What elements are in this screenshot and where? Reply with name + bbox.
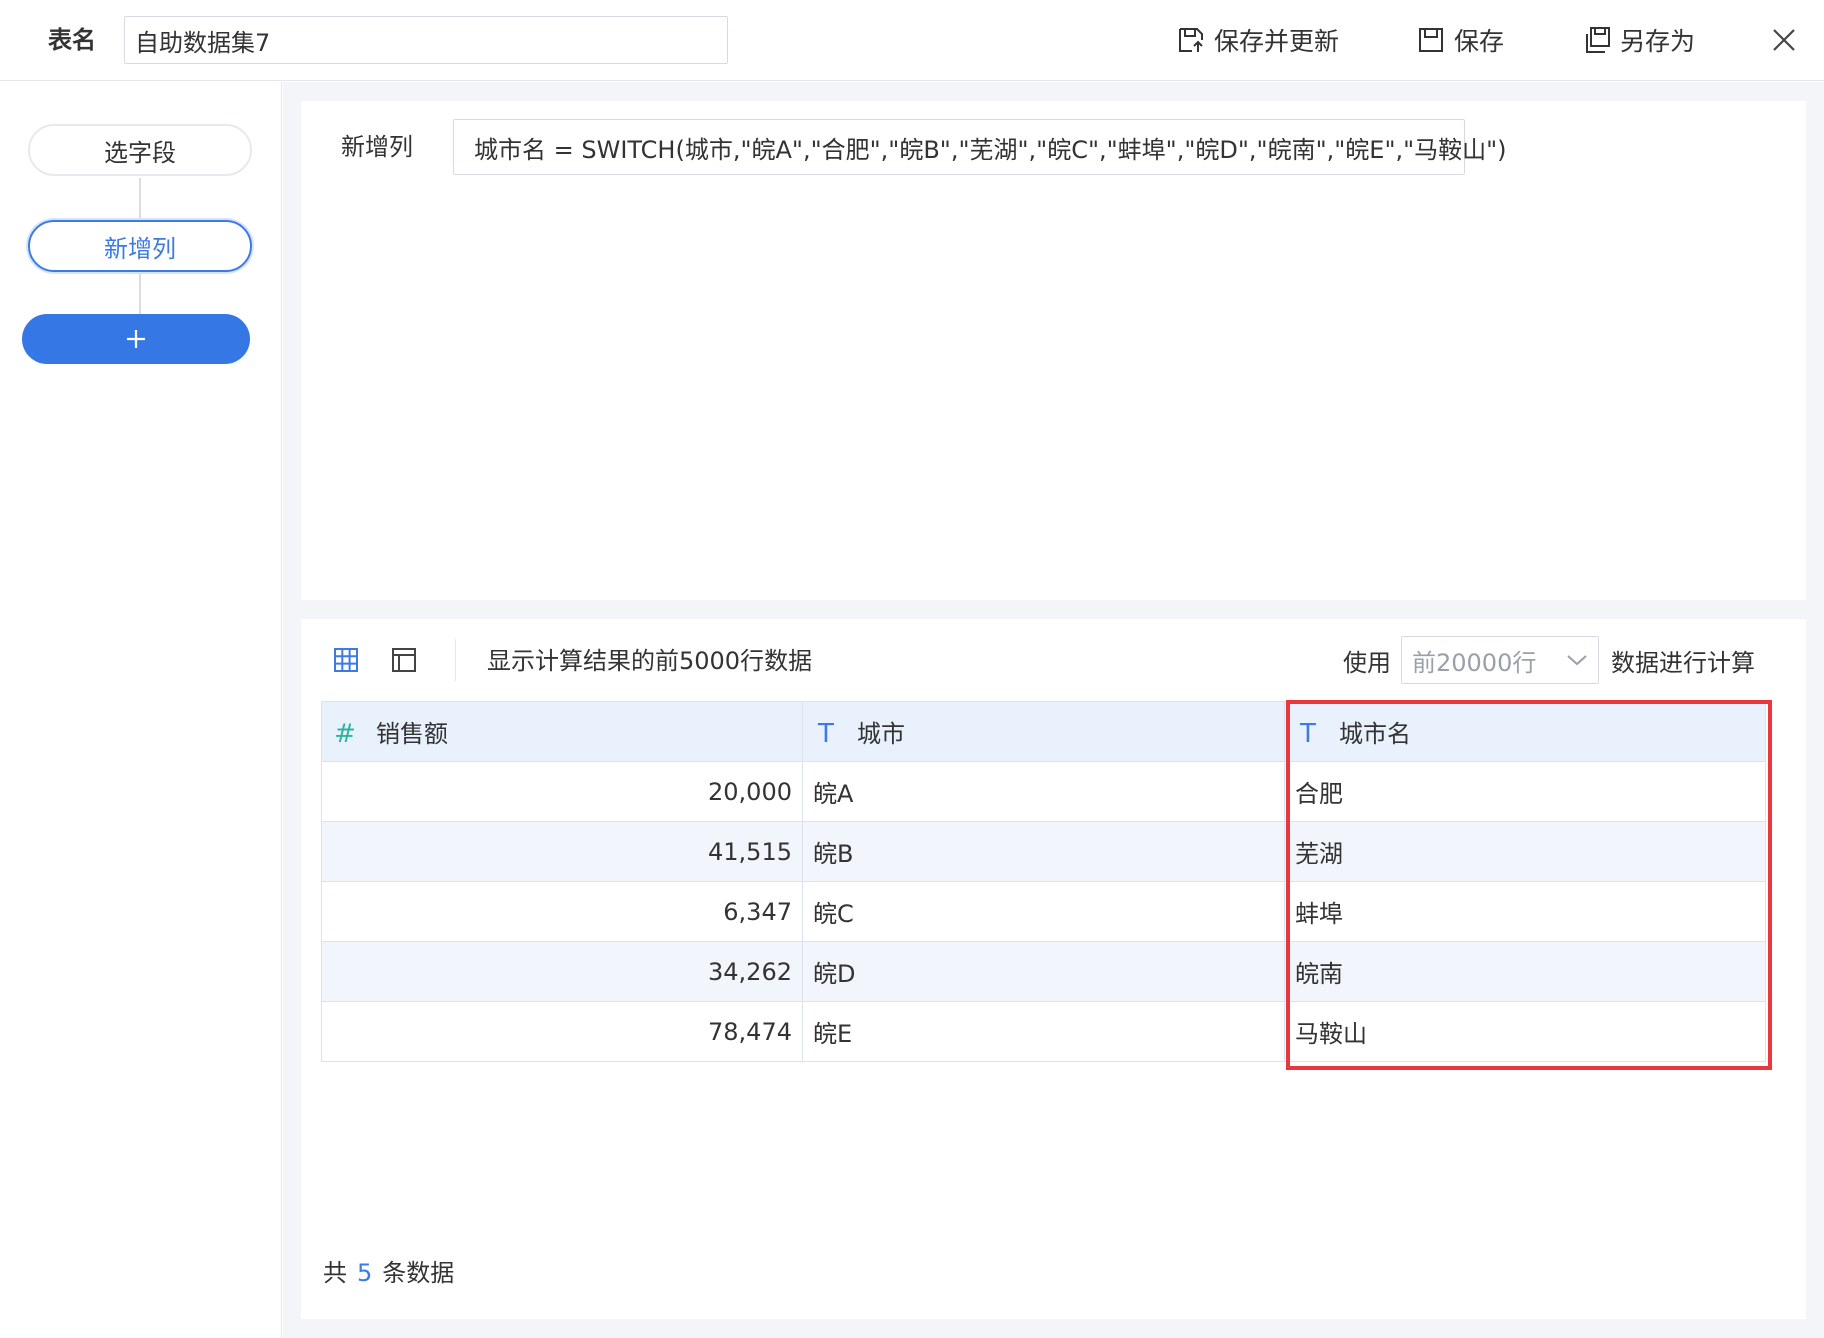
table-row: 34,262 皖D 皖南	[321, 941, 1766, 1002]
save-icon	[1419, 28, 1443, 52]
close-icon[interactable]	[1770, 26, 1798, 54]
rows-select[interactable]: 前20000行	[1401, 636, 1599, 684]
save-and-update-label: 保存并更新	[1214, 27, 1340, 56]
preview-note: 显示计算结果的前5000行数据	[487, 647, 813, 675]
step-connector	[139, 178, 141, 218]
table-cell: 78,474	[321, 1001, 803, 1062]
save-as-icon	[1586, 27, 1610, 53]
table-row: 78,474 皖E 马鞍山	[321, 1001, 1766, 1062]
column-name: 城市	[857, 720, 905, 748]
top-header: 表名 保存并更新 保存 另存为	[0, 0, 1824, 81]
table-cell: 皖A	[802, 761, 1285, 822]
formula-text: 城市名 = SWITCH(城市,"皖A","合肥","皖B","芜湖","皖C"…	[474, 135, 1507, 164]
number-type-icon: #	[334, 719, 356, 749]
table-header-row: # 销售额 T 城市 T 城市名	[321, 701, 1766, 762]
total-count: 5	[357, 1259, 373, 1287]
toolbar-divider	[455, 639, 456, 681]
table-cell: 蚌埠	[1284, 881, 1766, 942]
table-name-label: 表名	[48, 26, 96, 54]
save-as-label: 另存为	[1620, 27, 1696, 56]
step-add-column[interactable]: 新增列	[28, 220, 252, 272]
column-name: 城市名	[1339, 720, 1411, 748]
row-count-summary: 共 5 条数据	[323, 1255, 454, 1291]
table-cell: 芜湖	[1284, 821, 1766, 882]
table-cell: 34,262	[321, 941, 803, 1002]
table-cell: 皖B	[802, 821, 1285, 882]
column-name: 销售额	[376, 720, 448, 748]
table-row: 41,515 皖B 芜湖	[321, 821, 1766, 882]
table-view-icon[interactable]	[331, 645, 361, 675]
table-cell: 皖D	[802, 941, 1285, 1002]
total-suffix: 条数据	[382, 1259, 455, 1287]
step-label: 新增列	[104, 234, 176, 263]
step-select-fields[interactable]: 选字段	[28, 124, 252, 176]
use-label: 使用	[1343, 649, 1391, 677]
table-cell: 皖C	[802, 881, 1285, 942]
save-label: 保存	[1454, 27, 1505, 56]
column-header-city-name[interactable]: T 城市名	[1284, 701, 1766, 762]
table-cell: 合肥	[1284, 761, 1766, 822]
formula-input[interactable]: 城市名 = SWITCH(城市,"皖A","合肥","皖B","芜湖","皖C"…	[453, 119, 1507, 175]
column-header-sales[interactable]: # 销售额	[321, 701, 803, 762]
table-cell: 皖E	[802, 1001, 1285, 1062]
table-cell: 41,515	[321, 821, 803, 882]
formula-panel: 新增列 城市名 = SWITCH(城市,"皖A","合肥","皖B","芜湖",…	[301, 101, 1806, 600]
save-and-update-button[interactable]: 保存并更新	[1176, 20, 1339, 60]
step-connector	[139, 274, 141, 314]
preview-panel: 显示计算结果的前5000行数据 使用 前20000行 数据进行计算 # 销售额 T…	[301, 619, 1806, 1319]
table-cell: 马鞍山	[1284, 1001, 1766, 1062]
table-cell: 皖南	[1284, 941, 1766, 1002]
text-type-icon: T	[818, 719, 834, 749]
table-cell: 20,000	[321, 761, 803, 822]
add-step-button[interactable]	[22, 314, 250, 364]
layout-view-icon[interactable]	[389, 645, 419, 675]
table-row: 6,347 皖C 蚌埠	[321, 881, 1766, 942]
table-cell: 6,347	[321, 881, 803, 942]
column-header-city[interactable]: T 城市	[802, 701, 1285, 762]
save-update-icon	[1179, 28, 1203, 52]
chevron-down-icon	[1567, 655, 1587, 666]
plus-icon	[127, 330, 145, 348]
save-as-button[interactable]: 另存为	[1582, 20, 1695, 60]
formula-label: 新增列	[341, 133, 413, 161]
calc-label: 数据进行计算	[1611, 649, 1755, 677]
step-panel: 选字段 新增列	[0, 82, 282, 1338]
text-type-icon: T	[1300, 719, 1316, 749]
total-prefix: 共	[323, 1259, 347, 1287]
step-label: 选字段	[104, 138, 176, 167]
save-button[interactable]: 保存	[1416, 20, 1504, 60]
table-row: 20,000 皖A 合肥	[321, 761, 1766, 822]
preview-table: # 销售额 T 城市 T 城市名 20,000 皖A 合肥 41,515 皖B 芜湖	[321, 701, 1766, 1062]
rows-select-value: 前20000行	[1412, 648, 1537, 677]
table-name-input[interactable]	[124, 16, 728, 64]
